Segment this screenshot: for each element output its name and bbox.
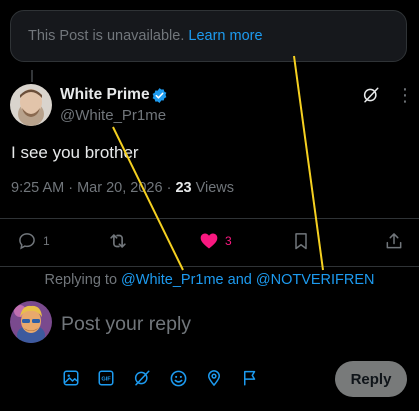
mention-conjunction[interactable]: and [228,272,252,288]
post-meta: 9:25 AM · Mar 20, 2026 · 23 Views [11,180,234,196]
unavailable-text: This Post is unavailable. [28,28,185,44]
user-avatar[interactable] [10,301,52,343]
heart-icon [200,233,218,249]
reply-icon [19,233,35,250]
author-handle[interactable]: @White_Pr1me [60,107,166,124]
unavailable-post-notice: This Post is unavailable. Learn more [10,10,407,62]
bookmark-icon [295,233,307,250]
replying-to-prefix: Replying to [44,272,118,288]
views-count: 23 [175,180,192,196]
mention-link[interactable]: @NOTVERIFREN [256,272,375,288]
verified-badge-icon [151,87,168,104]
reply-action-button[interactable]: 1 [17,230,50,252]
meta-separator: · [68,180,78,196]
repost-icon [110,234,126,248]
image-icon[interactable] [61,368,81,388]
reply-count: 1 [43,234,50,248]
author-name[interactable]: White Prime [60,86,150,104]
gif-icon[interactable]: GIF [96,368,116,388]
more-options-icon[interactable]: ⋮ [396,86,414,104]
reply-button[interactable]: Reply [335,361,407,397]
reply-input[interactable] [61,310,321,338]
flag-icon[interactable] [240,368,260,388]
divider [0,218,419,219]
emoji-icon[interactable] [168,368,188,388]
bookmark-button[interactable] [291,230,311,252]
learn-more-link[interactable]: Learn more [188,28,262,44]
mention-link[interactable]: @White_Pr1me [121,272,224,288]
grok-icon[interactable] [132,368,152,388]
views-label: Views [195,180,235,196]
share-button[interactable] [384,230,404,252]
like-count: 3 [225,234,232,248]
grok-icon[interactable] [362,86,380,104]
replying-to: Replying to @White_Pr1me and @NOTVERIFRE… [0,272,419,288]
share-icon [386,233,402,249]
post-time[interactable]: 9:25 AM [11,180,64,196]
thread-line [31,70,33,82]
divider [0,266,419,267]
author-avatar[interactable] [10,84,52,126]
location-icon[interactable] [204,368,224,388]
post-date[interactable]: Mar 20, 2026 [77,180,162,196]
repost-action-button[interactable] [107,230,135,252]
like-action-button[interactable]: 3 [199,230,232,252]
svg-text:GIF: GIF [101,377,111,383]
post-text: I see you brother [11,143,139,162]
